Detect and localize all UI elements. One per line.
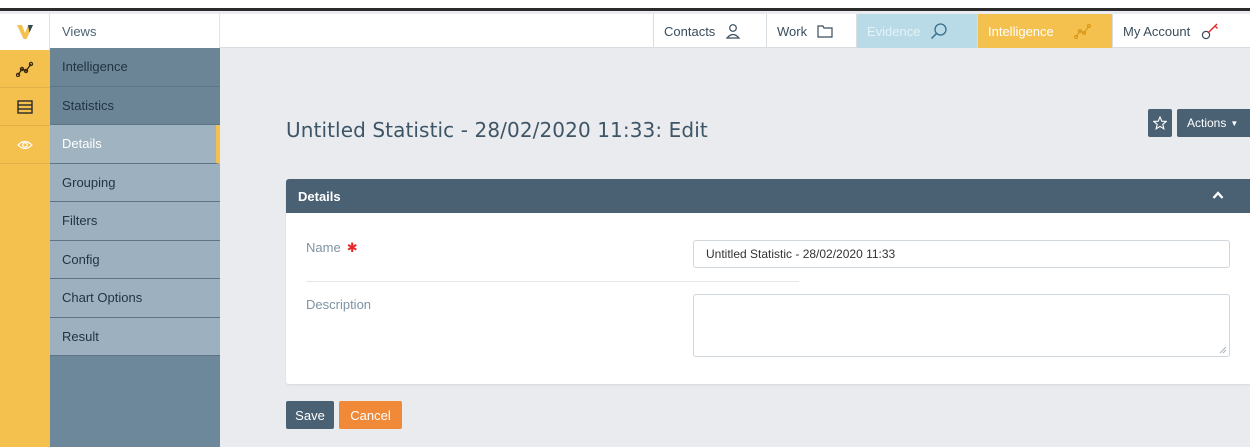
- sidebar-item-label: Config: [62, 251, 100, 267]
- key-icon: [1202, 23, 1219, 40]
- details-panel: Details Name ✱ Untitled Statistic - 28/02…: [286, 179, 1250, 384]
- nav-my-account-label: My Account: [1123, 23, 1191, 39]
- nav-work-label: Work: [777, 23, 808, 39]
- panel-title: Details: [298, 188, 341, 204]
- folder-icon: [817, 25, 833, 38]
- nav-evidence[interactable]: Evidence: [856, 14, 977, 48]
- resize-grip-icon[interactable]: [1219, 346, 1227, 354]
- nav-my-account[interactable]: My Account: [1112, 14, 1250, 48]
- sidebar-item-chart-options[interactable]: Chart Options: [50, 279, 220, 318]
- name-input[interactable]: Untitled Statistic - 28/02/2020 11:33: [693, 240, 1230, 268]
- sidebar-item-details[interactable]: Details: [50, 125, 220, 164]
- nav-intelligence[interactable]: Intelligence: [977, 14, 1112, 48]
- sidebar: Views Intelligence Statistics Details Gr…: [50, 14, 220, 447]
- window-top-border: [0, 0, 1250, 11]
- sidebar-item-result[interactable]: Result: [50, 317, 220, 356]
- rail-details[interactable]: [0, 126, 50, 164]
- nav-contacts[interactable]: Contacts: [653, 14, 766, 48]
- field-divider: [306, 281, 799, 282]
- actions-label: Actions: [1187, 116, 1227, 130]
- description-label: Description: [306, 297, 372, 312]
- logo-icon: [16, 25, 33, 39]
- name-label: Name: [306, 240, 341, 255]
- sidebar-item-filters[interactable]: Filters: [50, 202, 220, 241]
- name-input-value: Untitled Statistic - 28/02/2020 11:33: [706, 247, 896, 261]
- description-textarea[interactable]: [693, 294, 1230, 357]
- save-button[interactable]: Save: [286, 401, 334, 429]
- required-indicator-icon: ✱: [346, 240, 358, 255]
- nav-contacts-label: Contacts: [664, 23, 716, 39]
- top-navigation: Contacts Work Evidence Intelligence My A…: [220, 14, 1250, 48]
- sidebar-item-label: Statistics: [62, 97, 115, 113]
- rail-intelligence[interactable]: [0, 50, 50, 88]
- list-icon: [17, 99, 33, 114]
- nav-evidence-label: Evidence: [867, 23, 921, 39]
- icon-rail: [0, 14, 50, 447]
- details-panel-header[interactable]: Details: [286, 179, 1250, 213]
- chevron-up-icon[interactable]: [1212, 190, 1224, 200]
- intelligence-icon: [1073, 23, 1091, 39]
- sidebar-item-label: Details: [62, 136, 102, 152]
- nav-work[interactable]: Work: [766, 14, 856, 48]
- caret-down-icon: ▼: [1230, 118, 1239, 128]
- intelligence-icon: [16, 61, 34, 77]
- actions-dropdown-button[interactable]: Actions ▼: [1177, 109, 1250, 137]
- sidebar-item-config[interactable]: Config: [50, 240, 220, 279]
- rail-statistics[interactable]: [0, 88, 50, 126]
- sidebar-item-statistics[interactable]: Statistics: [50, 86, 220, 125]
- page-title: Untitled Statistic - 28/02/2020 11:33: E…: [286, 118, 708, 142]
- sidebar-item-intelligence[interactable]: Intelligence: [50, 48, 220, 87]
- star-icon: [1153, 116, 1167, 130]
- name-label-row: Name ✱: [306, 240, 358, 256]
- sidebar-item-label: Filters: [62, 213, 98, 229]
- eye-icon: [17, 140, 33, 149]
- sidebar-item-grouping[interactable]: Grouping: [50, 163, 220, 202]
- sidebar-item-label: Grouping: [62, 174, 116, 190]
- nav-intelligence-label: Intelligence: [988, 23, 1054, 39]
- app-logo[interactable]: [0, 14, 50, 50]
- sidebar-item-label: Chart Options: [62, 290, 143, 306]
- sidebar-item-label: Intelligence: [62, 59, 128, 75]
- favourite-button[interactable]: [1148, 109, 1172, 137]
- sidebar-item-label: Result: [62, 328, 99, 344]
- person-icon: [726, 24, 741, 39]
- views-label: Views: [62, 23, 97, 39]
- cancel-button[interactable]: Cancel: [339, 401, 402, 429]
- magnifier-icon: [931, 23, 948, 40]
- sidebar-views-header[interactable]: Views: [50, 14, 220, 48]
